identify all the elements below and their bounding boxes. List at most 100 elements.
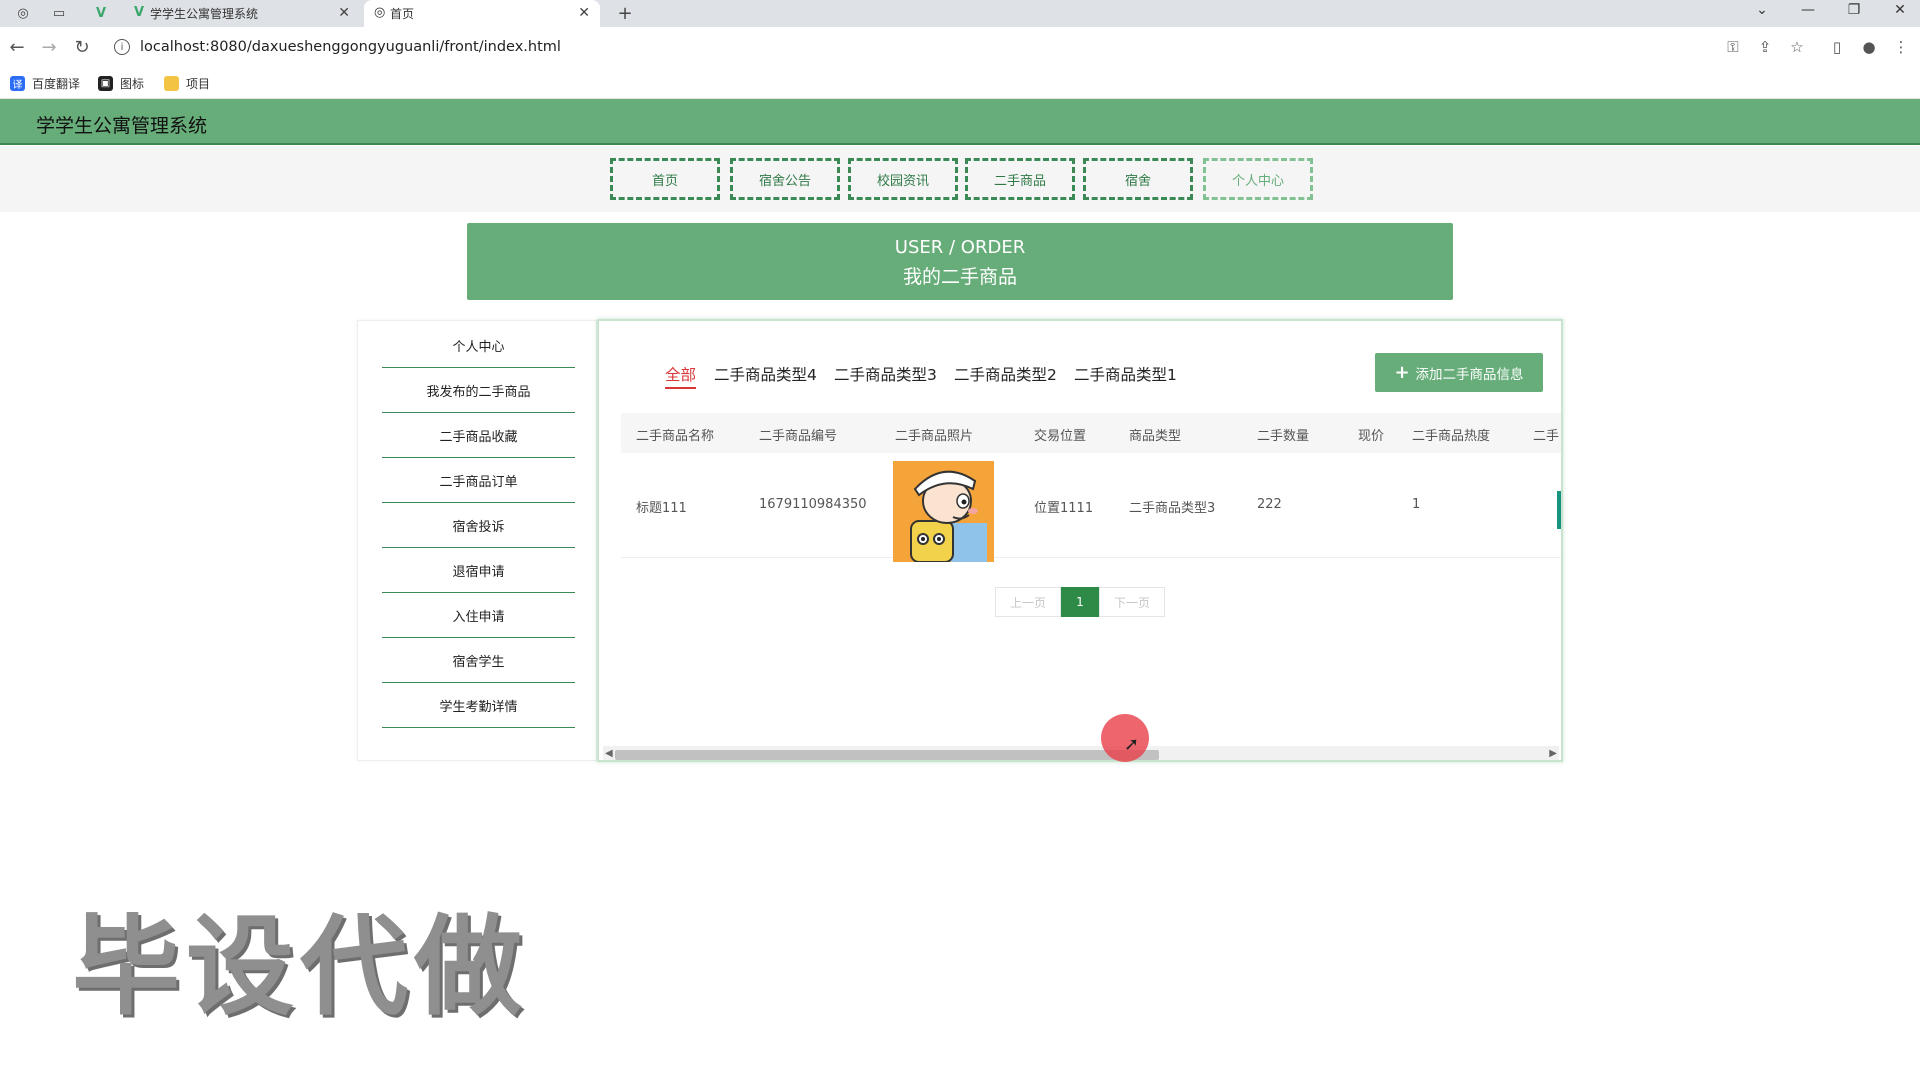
menu-icon[interactable]: ⋮ [1890,38,1912,56]
globe-icon: ◎ [374,5,386,20]
bookmark-icons[interactable]: ▣ 图标 [98,75,144,92]
nav-dormitory[interactable]: 宿舍 [1083,158,1193,200]
nav-announcements[interactable]: 宿舍公告 [730,158,840,200]
col-more: 二手 [1533,429,1560,444]
close-icon[interactable]: ✕ [338,5,350,21]
tab-title: 首页 [390,7,415,21]
reload-icon[interactable]: ↻ [71,37,93,58]
prev-page-button[interactable]: 上一页 [995,587,1061,617]
page-1-button[interactable]: 1 [1061,587,1099,617]
sidebar-item-my-goods[interactable]: 我发布的二手商品 [382,368,575,413]
star-icon[interactable]: ☆ [1786,38,1808,56]
nav-second-hand[interactable]: 二手商品 [965,158,1075,200]
page-banner: USER / ORDER 我的二手商品 [467,223,1453,300]
col-photo: 二手商品照片 [895,429,974,444]
restore-icon[interactable]: ❐ [1839,2,1869,18]
browser-tab-bar: ◎ ▭ V V 学学生公寓管理系统 ✕ ◎ 首页 ✕ + ⌄ — ❐ ✕ [0,0,1920,27]
forward-icon[interactable]: → [38,37,60,58]
category-type3[interactable]: 二手商品类型3 [834,363,937,385]
share-icon[interactable]: ⇪ [1754,38,1776,56]
vue-logo-icon: V [134,5,145,20]
sidebar-item-attendance[interactable]: 学生考勤详情 [382,683,575,728]
category-type4[interactable]: 二手商品类型4 [714,363,817,385]
cell-type: 二手商品类型3 [1129,501,1216,516]
banner-title: 我的二手商品 [902,266,1017,288]
col-heat: 二手商品热度 [1412,429,1491,444]
vue-logo-icon[interactable]: V [92,4,110,22]
key-icon[interactable]: ⚿ [1722,38,1744,56]
sidebar: 个人中心 我发布的二手商品 二手商品收藏 二手商品订单 宿舍投诉 退宿申请 入住… [357,320,597,761]
sidebar-item-user-center[interactable]: 个人中心 [382,323,575,368]
close-icon[interactable]: ✕ [578,5,590,21]
nav-user-center[interactable]: 个人中心 [1203,158,1313,200]
cell-name: 标题111 [636,501,687,516]
table-row[interactable]: 标题111 1679110984350 位置1111 二手商品类型3 222 1 [621,453,1561,562]
url-field[interactable]: i localhost:8080/daxueshenggongyuguanli/… [108,31,1888,63]
cell-quantity: 222 [1257,497,1282,512]
tab-title: 学学生公寓管理系统 [150,7,259,21]
banner-subtitle: USER / ORDER [894,237,1026,258]
col-code: 二手商品编号 [759,429,838,444]
col-location: 交易位置 [1034,429,1087,444]
sidebar-item-orders[interactable]: 二手商品订单 [382,458,575,503]
scroll-left-icon[interactable]: ◀ [605,748,613,759]
col-type: 商品类型 [1129,429,1182,444]
tab-app[interactable]: V 学学生公寓管理系统 ✕ [124,0,360,27]
watermark-text: 毕设代做 [72,905,529,1030]
category-type1[interactable]: 二手商品类型1 [1074,363,1177,385]
col-price: 现价 [1358,429,1385,444]
app-title: 学学生公寓管理系统 [36,115,208,137]
sidebar-item-checkin[interactable]: 入住申请 [382,593,575,638]
scroll-right-icon[interactable]: ▶ [1549,748,1557,759]
new-tab-icon[interactable]: + [616,3,634,24]
cell-heat: 1 [1412,497,1421,512]
minimize-icon[interactable]: — [1793,2,1823,18]
sidebar-item-dorm-students[interactable]: 宿舍学生 [382,638,575,683]
bookmark-label: 百度翻译 [32,77,81,91]
plus-icon: + [1394,362,1410,383]
horizontal-scrollbar[interactable]: ◀ ▶ [603,746,1559,760]
url-text[interactable]: localhost:8080/daxueshenggongyuguanli/fr… [140,39,561,55]
row-action-button[interactable]: 点 [1557,491,1561,529]
address-bar: ← → ↻ i localhost:8080/daxueshenggongyug… [0,27,1920,69]
nav-campus-news[interactable]: 校园资讯 [848,158,958,200]
info-icon[interactable]: i [114,39,130,55]
close-window-icon[interactable]: ✕ [1885,2,1915,18]
goods-photo[interactable] [893,461,994,562]
back-icon[interactable]: ← [6,37,28,58]
bookmarks-bar: 译 百度翻译 ▣ 图标 项目 [0,69,1920,99]
sidebar-item-checkout[interactable]: 退宿申请 [382,548,575,593]
blank-tab-icon[interactable]: ▭ [50,4,68,22]
bookmark-baidu-translate[interactable]: 译 百度翻译 [10,75,80,92]
add-goods-button[interactable]: + 添加二手商品信息 [1375,353,1543,392]
tab-home[interactable]: ◎ 首页 ✕ [364,0,600,27]
app-header: 学学生公寓管理系统 [0,99,1920,145]
side-panel-icon[interactable]: ▯ [1826,38,1848,56]
globe-icon[interactable]: ◎ [14,4,32,22]
add-goods-label: 添加二手商品信息 [1415,366,1524,383]
table-header: 二手商品名称 二手商品编号 二手商品照片 交易位置 商品类型 二手数量 现价 二… [621,413,1561,453]
category-type2[interactable]: 二手商品类型2 [954,363,1057,385]
folder-icon [164,76,179,91]
scrollbar-thumb[interactable] [615,750,1159,760]
chevron-down-icon[interactable]: ⌄ [1747,2,1777,18]
translate-icon: 译 [10,76,25,91]
sidebar-item-favorites[interactable]: 二手商品收藏 [382,413,575,458]
nav-home[interactable]: 首页 [610,158,720,200]
col-name: 二手商品名称 [636,429,715,444]
mouse-pointer-icon: ➚ [1124,734,1140,755]
image-icon: ▣ [98,76,113,91]
bookmark-project[interactable]: 项目 [164,75,210,92]
bookmark-label: 图标 [120,77,145,91]
goods-panel: 全部 二手商品类型4 二手商品类型3 二手商品类型2 二手商品类型1 + 添加二… [597,319,1563,762]
sidebar-item-complaints[interactable]: 宿舍投诉 [382,503,575,548]
profile-icon[interactable]: ● [1858,38,1880,56]
category-all[interactable]: 全部 [665,363,697,389]
cell-location: 位置1111 [1034,501,1094,516]
cartoon-image-icon [893,461,994,562]
col-quantity: 二手数量 [1257,429,1310,444]
bookmark-label: 项目 [186,77,211,91]
pagination: 上一页 1 下一页 [995,587,1165,617]
next-page-button[interactable]: 下一页 [1099,587,1165,617]
cell-code: 1679110984350 [759,497,867,512]
